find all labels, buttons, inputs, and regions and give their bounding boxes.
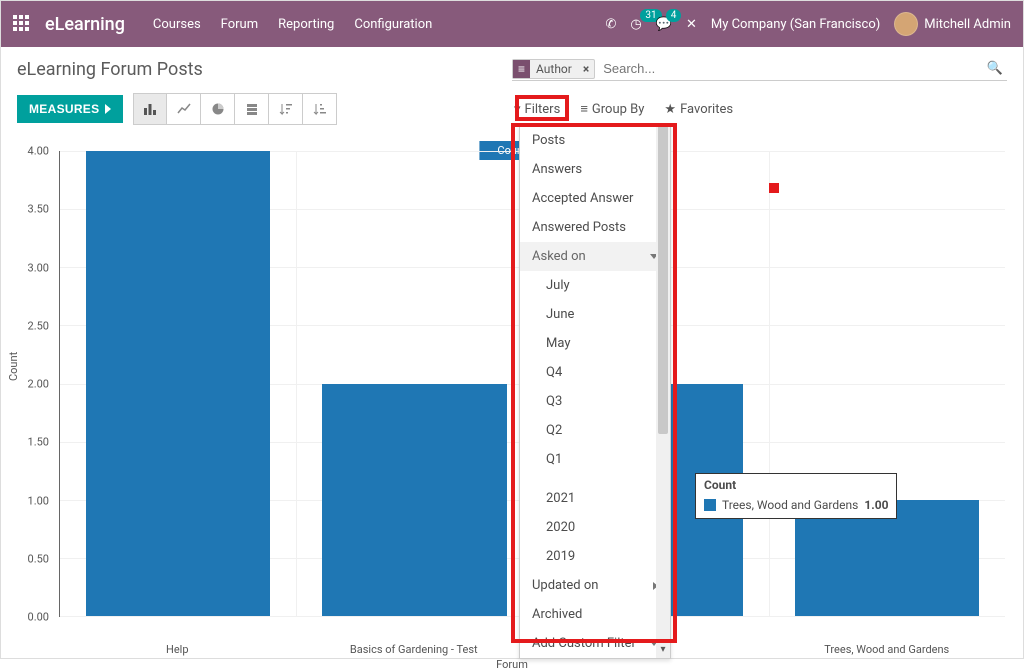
add-custom-label: Add Custom Filter [532,636,636,651]
measures-label: MEASURES [29,102,99,116]
search-facet-author: ≡ Author × [512,59,595,79]
star-icon: ★ [664,102,676,117]
avatar [894,12,918,36]
top-nav: eLearning Courses Forum Reporting Config… [1,1,1023,47]
asked-on-label: Asked on [532,249,586,264]
bar-chart-button[interactable] [133,93,167,125]
chevron-right-icon [105,104,111,114]
chat-icon[interactable]: 💬4 [656,17,672,32]
bar[interactable] [86,151,270,616]
user-menu[interactable]: Mitchell Admin [894,12,1011,36]
page-title: eLearning Forum Posts [17,59,203,80]
pie-chart-button[interactable] [201,93,235,125]
filter-add-custom[interactable]: Add Custom Filter [520,629,670,658]
y-tick: 2.50 [28,319,49,332]
y-tick: 2.00 [28,378,49,391]
filter-answered-posts[interactable]: Answered Posts [520,213,670,242]
controls-row: MEASURES ▾ Filters ≡ Group By ★ Favorites [1,89,1023,133]
filter-year-2020[interactable]: 2020 [520,513,670,542]
tooltip-value: 1.00 [864,498,888,512]
filter-asked-on[interactable]: Asked on [520,242,670,271]
filter-q1[interactable]: Q1 [520,445,670,474]
bar[interactable] [322,384,506,617]
filter-archived[interactable]: Archived [520,600,670,629]
chart-type-group [133,93,337,125]
filter-month-july[interactable]: July [520,271,670,300]
chat-badge: 4 [666,9,682,22]
line-chart-button[interactable] [167,93,201,125]
phone-icon[interactable]: ✆ [606,17,617,32]
tooltip-swatch [704,499,716,511]
tooltip-title: Count [696,474,896,496]
stacked-button[interactable] [235,93,269,125]
updated-on-label: Updated on [532,578,598,593]
favorites-tab-label: Favorites [680,102,733,117]
measures-button[interactable]: MEASURES [17,95,123,123]
favorites-tab[interactable]: ★ Favorites [662,98,735,121]
filter-q4[interactable]: Q4 [520,358,670,387]
x-tick-label: Help [166,643,189,656]
groupby-tab-label: Group By [592,102,645,117]
y-tick: 0.50 [28,552,49,565]
y-axis: 0.000.501.001.502.002.503.003.504.00 [13,151,53,617]
app-brand[interactable]: eLearning [45,14,125,35]
facet-label: Author [530,60,578,78]
y-tick: 1.50 [28,436,49,449]
filters-tab-label: Filters [525,102,561,117]
sort-desc-button[interactable] [269,93,303,125]
company-switcher[interactable]: My Company (San Francisco) [711,17,880,32]
filter-posts[interactable]: Posts [520,126,670,155]
clock-icon[interactable]: ◷31 [630,17,641,32]
list-icon: ≡ [580,101,588,117]
x-tick-label: Basics of Gardening - Test [350,643,478,656]
tools-icon[interactable]: ✕ [686,17,697,32]
x-tick-label: Trees, Wood and Gardens [824,643,949,656]
filter-answers[interactable]: Answers [520,155,670,184]
nav-configuration[interactable]: Configuration [354,17,432,32]
funnel-icon: ▾ [514,102,521,117]
highlight-marker [769,183,779,193]
filter-q2[interactable]: Q2 [520,416,670,445]
facet-remove[interactable]: × [578,62,594,76]
nav-forum[interactable]: Forum [221,17,258,32]
groupby-tab[interactable]: ≡ Group By [578,97,646,121]
filter-year-2021[interactable]: 2021 [520,484,670,513]
dropdown-scrollbar[interactable] [656,126,670,640]
apps-icon[interactable] [13,15,31,33]
search-input[interactable] [601,57,979,80]
chart-tooltip: Count Trees, Wood and Gardens 1.00 [695,473,897,519]
user-name: Mitchell Admin [924,17,1011,32]
filter-month-june[interactable]: June [520,300,670,329]
y-tick: 0.00 [28,611,49,624]
tooltip-series: Trees, Wood and Gardens [722,498,858,512]
filter-year-2019[interactable]: 2019 [520,542,670,571]
search-zone: ≡ Author × 🔍 [512,57,1007,81]
filter-tabs: ▾ Filters ≡ Group By ★ Favorites [512,97,1007,121]
nav-courses[interactable]: Courses [153,17,201,32]
filters-tab[interactable]: ▾ Filters [512,98,562,121]
filter-q3[interactable]: Q3 [520,387,670,416]
sort-asc-button[interactable] [303,93,337,125]
y-tick: 3.00 [28,261,49,274]
facet-groupby-icon: ≡ [513,60,530,78]
filter-accepted-answer[interactable]: Accepted Answer [520,184,670,213]
filter-updated-on[interactable]: Updated on [520,571,670,600]
chart-area: Count Count 0.000.501.001.502.002.503.00… [13,141,1011,661]
dropdown-scroll-down[interactable]: ▾ [656,640,670,658]
x-axis-title: Forum [496,658,528,671]
y-tick: 4.00 [28,145,49,158]
search-icon[interactable]: 🔍 [979,61,1007,76]
y-tick: 1.00 [28,494,49,507]
filter-month-may[interactable]: May [520,329,670,358]
filters-dropdown: Posts Answers Accepted Answer Answered P… [519,125,671,659]
titlebar: eLearning Forum Posts ≡ Author × 🔍 [1,47,1023,89]
y-tick: 3.50 [28,203,49,216]
nav-reporting[interactable]: Reporting [278,17,334,32]
